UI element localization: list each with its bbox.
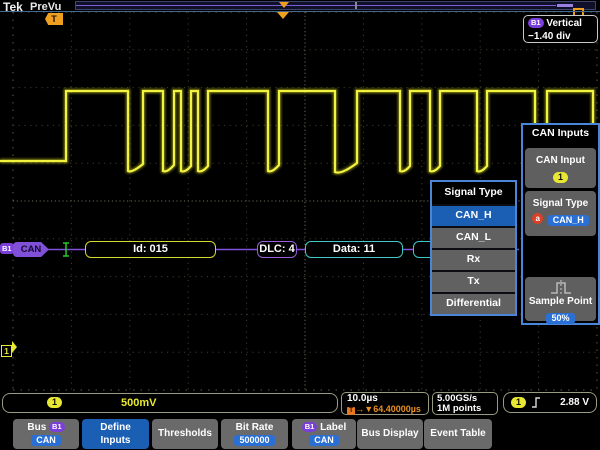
trigger-level-value: 2.88 V — [560, 397, 589, 408]
menu-bus-button[interactable]: Bus B1 CAN — [13, 419, 79, 449]
can-input-value-badge: 1 — [553, 172, 568, 183]
delay-readout: T→▼64.40000µs — [347, 404, 428, 415]
popup-title: Signal Type — [432, 182, 515, 204]
channel1-position-marker: 1 — [1, 341, 17, 359]
record-length-value: 1M points — [437, 404, 497, 414]
oscilloscope-screen: Tek PreVu T B1 Vertical −1.40 div 1 — [0, 0, 600, 450]
multipurpose-knob-a-icon: a — [532, 213, 543, 224]
delay-value: 64.40000µs — [373, 404, 421, 414]
trigger-position-flag: T — [45, 13, 63, 25]
vertical-position-badge: B1 Vertical −1.40 div — [523, 15, 598, 43]
menu-bus-display-button[interactable]: Bus Display — [357, 419, 423, 449]
decode-id-field: Id: 015 — [85, 241, 216, 258]
can-h-waveform-halo — [0, 91, 600, 173]
menu-label-button[interactable]: B1 Label CAN — [292, 419, 356, 449]
vertical-badge-label: Vertical — [546, 18, 582, 29]
b1-badge: B1 — [49, 422, 65, 432]
timebase-value: 10.0µs — [347, 394, 428, 404]
popup-option-can-h[interactable]: CAN_H — [432, 204, 515, 226]
decode-data-field: Data: 11 — [305, 241, 403, 258]
decode-dlc-field: DLC: 4 — [257, 241, 297, 258]
signal-type-popup: Signal Type CAN_H CAN_L Rx Tx Differenti… — [430, 180, 517, 316]
signal-type-button[interactable]: Signal Type a CAN_H — [525, 191, 596, 236]
b1-badge: B1 — [528, 18, 544, 28]
menu-thresholds-button[interactable]: Thresholds — [152, 419, 218, 449]
can-h-waveform — [0, 91, 600, 173]
timebase-readout: 10.0µs T→▼64.40000µs — [341, 392, 429, 415]
popup-option-rx[interactable]: Rx — [432, 248, 515, 270]
channel1-badge: 1 — [47, 397, 62, 408]
channel1-scale-value: 500mV — [121, 397, 156, 409]
b1-badge: B1 — [302, 422, 318, 432]
menu-event-table-button[interactable]: Event Table — [424, 419, 492, 449]
delay-arrows-icon: →▼ — [355, 404, 373, 414]
bus-b1-badge: B1 — [0, 243, 14, 254]
can-input-button[interactable]: CAN Input 1 — [525, 148, 596, 188]
trigger-point-marker-icon — [277, 12, 289, 19]
menu-bit-rate-button[interactable]: Bit Rate 500000 — [221, 419, 288, 449]
sample-point-button[interactable]: Sample Point 50% — [525, 277, 596, 321]
vertical-badge-value: −1.40 div — [528, 30, 593, 43]
menu-define-inputs-button[interactable]: Define Inputs — [82, 419, 149, 449]
popup-option-tx[interactable]: Tx — [432, 270, 515, 292]
channel1-scale-readout: 1 500mV — [2, 393, 338, 413]
rising-edge-icon — [531, 396, 541, 409]
panel-title: CAN Inputs — [523, 127, 598, 139]
trigger-source-badge: 1 — [511, 397, 526, 408]
popup-option-differential[interactable]: Differential — [432, 292, 515, 314]
sample-point-pulse-icon — [549, 279, 573, 296]
signal-type-value-badge: CAN_H — [548, 215, 589, 226]
sample-point-value-badge: 50% — [546, 313, 574, 324]
marker-arrow-icon — [12, 341, 17, 353]
can-inputs-panel: CAN Inputs CAN Input 1 Signal Type a CAN… — [521, 123, 600, 325]
trigger-readout: 1 2.88 V — [503, 392, 597, 413]
acquisition-readout: 5.00GS/s 1M points — [432, 392, 498, 415]
popup-option-can-l[interactable]: CAN_L — [432, 226, 515, 248]
